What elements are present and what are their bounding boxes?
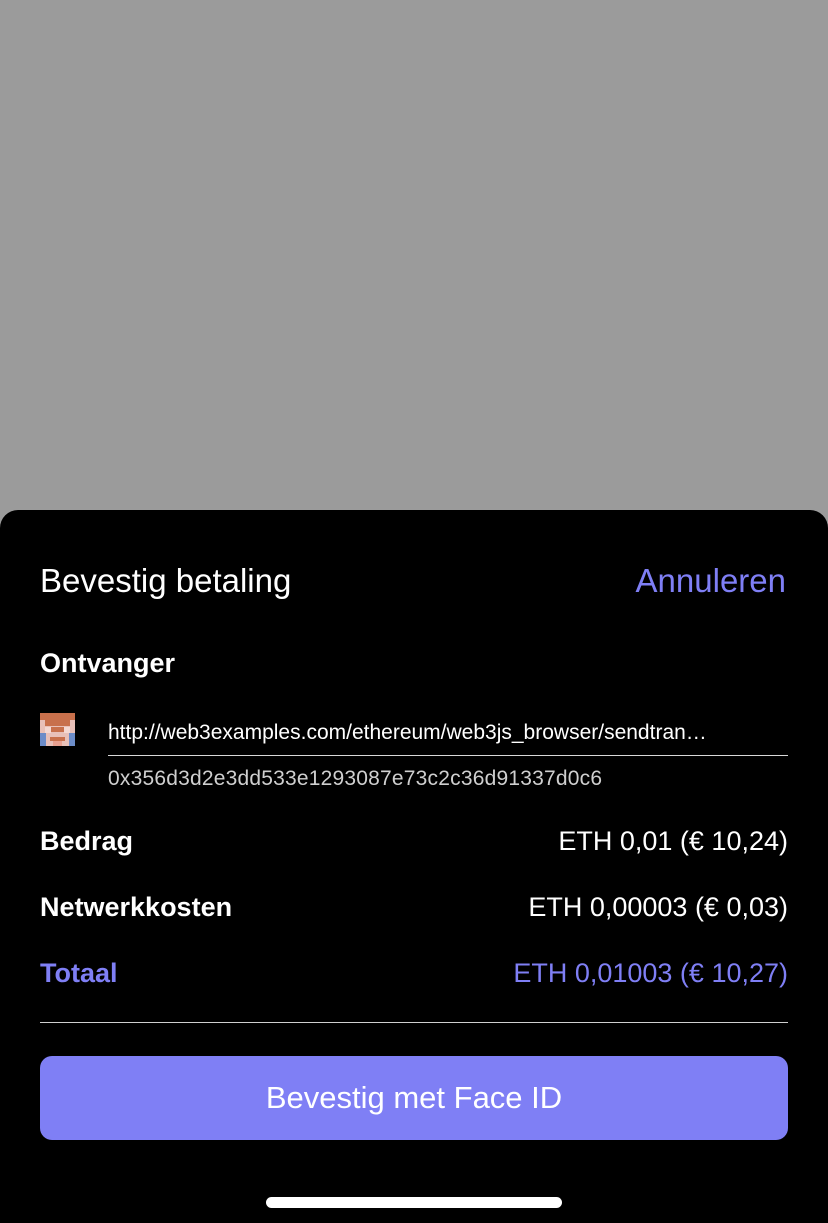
network-fee-value: ETH 0,00003 (€ 0,03) xyxy=(528,892,788,922)
amount-row: Bedrag ETH 0,01 (€ 10,24) xyxy=(40,821,788,861)
total-row: Totaal ETH 0,01003 (€ 10,27) xyxy=(40,953,788,993)
confirm-face-id-button[interactable]: Bevestig met Face ID xyxy=(40,1056,788,1140)
sheet-title: Bevestig betaling xyxy=(40,562,292,599)
cancel-button[interactable]: Annuleren xyxy=(636,560,786,602)
total-label: Totaal xyxy=(40,958,118,988)
total-value: ETH 0,01003 (€ 10,27) xyxy=(513,958,788,988)
amount-value: ETH 0,01 (€ 10,24) xyxy=(558,826,788,856)
network-fee-label: Netwerkkosten xyxy=(40,892,233,922)
recipient-address: 0x356d3d2e3dd533e1293087e73c2c36d91337d0… xyxy=(108,767,603,790)
pixel-avatar-icon xyxy=(40,713,75,746)
amount-label: Bedrag xyxy=(40,826,134,856)
home-indicator[interactable] xyxy=(266,1197,562,1208)
summary-divider xyxy=(40,1022,788,1023)
network-fee-row: Netwerkkosten ETH 0,00003 (€ 0,03) xyxy=(40,887,788,927)
recipient-url: http://web3examples.com/ethereum/web3js_… xyxy=(108,719,788,756)
recipient-label: Ontvanger xyxy=(40,648,176,678)
